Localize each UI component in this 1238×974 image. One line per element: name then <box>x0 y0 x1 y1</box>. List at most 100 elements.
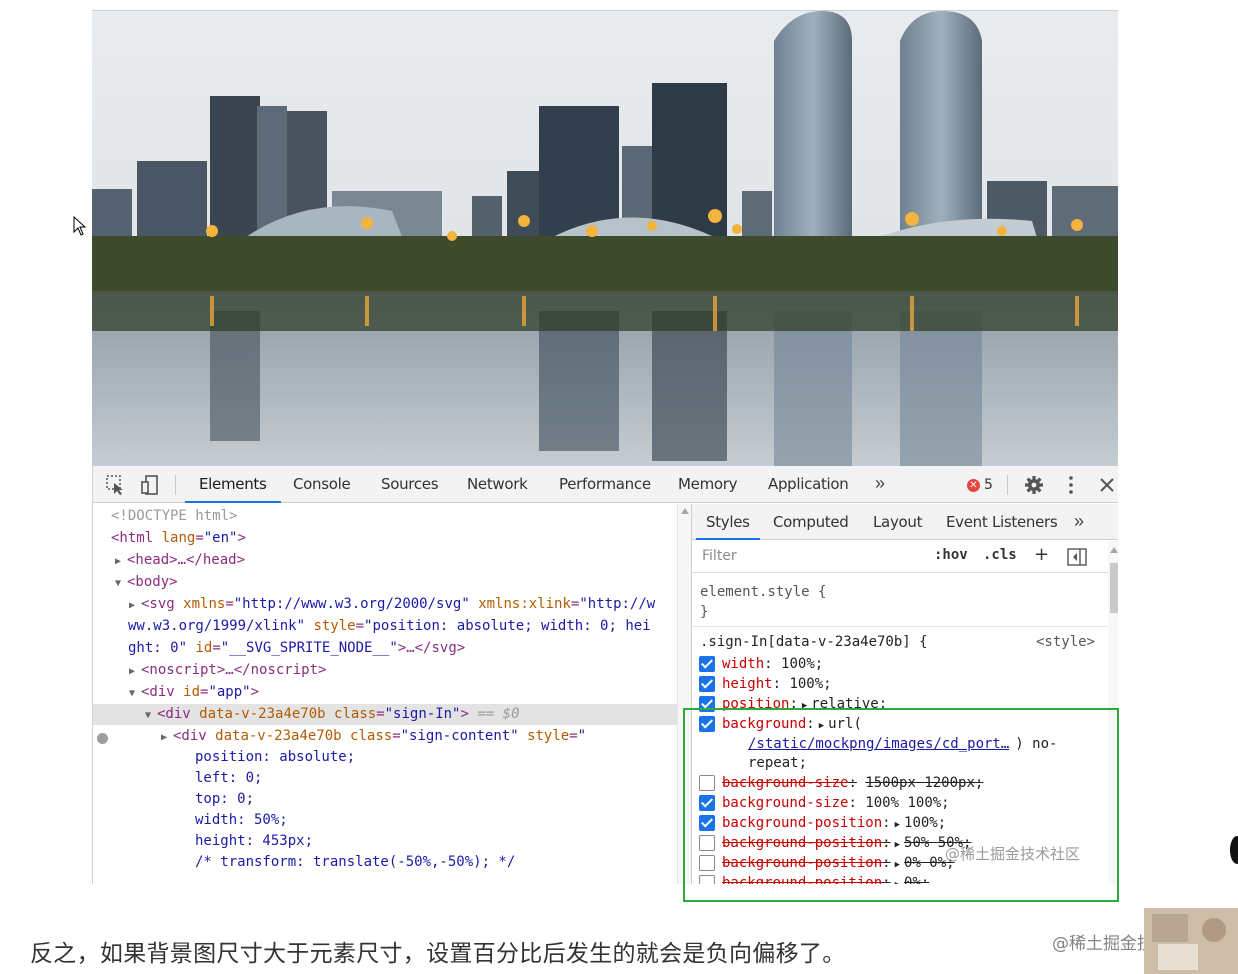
selected-node-marker: == $0 <box>477 706 520 722</box>
rule-source-link[interactable]: <style> <box>1036 632 1095 652</box>
attr-name: lang <box>161 530 196 546</box>
hov-toggle[interactable]: :hov <box>934 547 968 563</box>
css-colon: : <box>764 656 773 672</box>
device-toolbar-icon[interactable] <box>139 474 161 496</box>
article-caption: 反之，如果背景图尺寸大于元素尺寸，设置百分比后发生的就会是负向偏移了。 <box>30 941 846 967</box>
edge-decoration <box>1230 836 1238 864</box>
filter-input[interactable]: Filter <box>702 548 737 564</box>
more-tabs-button[interactable]: » <box>875 466 885 503</box>
sign-in-node[interactable]: ▼ <div data-v-23a4e70b class="sign-In"> =… <box>93 704 677 725</box>
attr-value: "http://www.w3.org/2000/svg" <box>233 596 470 612</box>
styles-filter-bar: Filter :hov .cls + <box>692 541 1108 573</box>
close-icon[interactable] <box>1096 474 1118 496</box>
expand-triangle-icon[interactable]: ▶ <box>115 551 127 572</box>
attr-value: "http://w <box>579 596 656 612</box>
css-declaration[interactable]: height: 100%; <box>722 674 832 694</box>
attr-value: " <box>577 728 587 744</box>
attr-name: class <box>334 706 377 722</box>
error-icon: ✕ <box>967 478 980 492</box>
property-checkbox[interactable] <box>699 676 715 692</box>
property-checkbox[interactable] <box>699 656 715 672</box>
css-property-name: width <box>722 656 765 672</box>
error-count-badge[interactable]: ✕ 5 <box>967 476 993 494</box>
mouse-cursor-icon <box>73 216 87 236</box>
attr-name: xmlns:xlink <box>478 596 571 612</box>
expand-triangle-icon[interactable]: ▶ <box>129 595 141 616</box>
inline-style-line: /* transform: translate(-50%,-50%); */ <box>93 852 677 873</box>
html-node[interactable]: <html lang="en"> <box>93 528 677 549</box>
gear-icon[interactable] <box>1023 474 1045 496</box>
cls-toggle[interactable]: .cls <box>983 547 1017 563</box>
css-text: top: 0; <box>195 791 255 807</box>
css-text: height: 453px; <box>195 833 314 849</box>
watermark-text: @稀土掘金技术社区 <box>945 845 1081 863</box>
scroll-up-icon[interactable] <box>1110 547 1118 553</box>
tab-elements[interactable]: Elements <box>185 466 280 503</box>
element-style-open[interactable]: element.style { <box>700 582 826 602</box>
doctype-node[interactable]: <!DOCTYPE html> <box>93 506 677 527</box>
scroll-thumb[interactable] <box>1110 563 1118 613</box>
attr-value: "position: absolute; width: 0; hei <box>364 618 651 634</box>
css-property-value: 100%; <box>781 656 824 672</box>
body-node[interactable]: ▼ <body> <box>93 572 677 593</box>
tab-network[interactable]: Network <box>467 466 528 503</box>
css-text: width: 50%; <box>195 812 288 828</box>
more-tabs-button[interactable]: » <box>1074 504 1084 540</box>
tab-layout[interactable]: Layout <box>873 504 923 540</box>
svg-node[interactable]: ▶ <svg xmlns="http://www.w3.org/2000/svg"… <box>93 594 677 615</box>
head-text: <head>…</head> <box>127 552 246 568</box>
tag-name: <div <box>173 728 207 744</box>
css-comment: /* transform: translate(-50%,-50%); */ <box>195 854 516 870</box>
collapse-triangle-icon[interactable]: ▼ <box>145 705 157 726</box>
attr-value: "app" <box>208 684 251 700</box>
tag-name: <div <box>157 706 191 722</box>
highlight-annotation-box <box>683 708 1119 902</box>
tab-sources[interactable]: Sources <box>381 466 439 503</box>
attr-value: "__SVG_SPRITE_NODE__" <box>220 640 398 656</box>
attr-name: style <box>313 618 356 634</box>
new-rule-button[interactable]: + <box>1034 544 1049 565</box>
attr-value: ww.w3.org/1999/xlink" <box>128 618 306 634</box>
devtools-toolbar: Elements Console Sources Network Perform… <box>93 466 1118 503</box>
tab-styles[interactable]: Styles <box>696 504 760 540</box>
sign-content-node[interactable]: ▶ <div data-v-23a4e70b class="sign-conten… <box>93 726 677 747</box>
doctype-text: <!DOCTYPE html> <box>111 508 238 524</box>
app-node[interactable]: ▼ <div id="app"> <box>93 682 677 703</box>
styles-tabbar: Styles Computed Layout Event Listeners » <box>692 504 1118 540</box>
svg-node-continued: ght: 0" id="__SVG_SPRITE_NODE__">…</svg> <box>128 640 466 656</box>
tab-application[interactable]: Application <box>768 466 849 503</box>
css-property-name: height <box>722 676 773 692</box>
inline-style-line: height: 453px; <box>93 831 677 852</box>
collapse-triangle-icon[interactable]: ▼ <box>115 573 127 594</box>
tag-name: <svg <box>141 596 175 612</box>
rule-selector[interactable]: .sign-In[data-v-23a4e70b] { <box>700 632 928 652</box>
attr-name: class <box>350 728 393 744</box>
sidebar-toggle-icon[interactable] <box>1067 548 1087 566</box>
inline-style-line: left: 0; <box>93 768 677 789</box>
inline-style-line: position: absolute; <box>93 747 677 768</box>
inspect-element-icon[interactable] <box>105 474 127 496</box>
tab-computed[interactable]: Computed <box>773 504 849 540</box>
css-text: left: 0; <box>195 770 263 786</box>
element-style-close: } <box>700 604 709 620</box>
attr-value: "en" <box>203 530 238 546</box>
attr-value: "sign-content" <box>400 728 519 744</box>
tab-console[interactable]: Console <box>293 466 351 503</box>
kebab-menu-icon[interactable] <box>1060 474 1082 496</box>
expand-triangle-icon[interactable]: ▶ <box>129 661 141 682</box>
attr-name: data-v-23a4e70b <box>199 706 326 722</box>
rule-divider <box>692 626 1108 627</box>
css-declaration[interactable]: width: 100%; <box>722 654 823 674</box>
body-text: <body> <box>127 574 178 590</box>
head-node[interactable]: ▶ <head>…</head> <box>93 550 677 571</box>
tab-memory[interactable]: Memory <box>678 466 738 503</box>
scroll-up-icon[interactable] <box>681 508 689 514</box>
expand-triangle-icon[interactable]: ▶ <box>161 727 173 748</box>
tab-event-listeners[interactable]: Event Listeners <box>946 504 1058 540</box>
tab-performance[interactable]: Performance <box>559 466 651 503</box>
elements-tree: <!DOCTYPE html> <html lang="en"> ▶ <head>… <box>93 504 677 884</box>
noscript-node[interactable]: ▶ <noscript>…</noscript> <box>93 660 677 681</box>
attr-name: xmlns <box>183 596 226 612</box>
collapse-triangle-icon[interactable]: ▼ <box>129 683 141 704</box>
toolbar-divider <box>1007 475 1008 495</box>
